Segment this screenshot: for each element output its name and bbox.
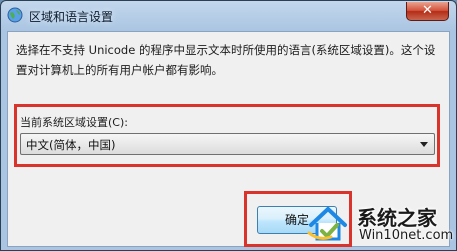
- close-icon: ✕: [422, 3, 433, 18]
- watermark-brand: 系统之家: [357, 206, 437, 230]
- current-locale-label: 当前系统区域设置(C):: [20, 116, 128, 129]
- close-button[interactable]: ✕: [406, 2, 449, 21]
- dialog-window: 区域和语言设置 ✕ 选择在不支持 Unicode 的程序中显示文本时所使用的语言…: [0, 0, 457, 251]
- watermark-url: Win10net.com: [359, 228, 454, 243]
- globe-icon: [7, 7, 23, 23]
- watermark: 系统之家 Win10net.com: [303, 201, 455, 247]
- title-bar[interactable]: 区域和语言设置 ✕: [1, 1, 456, 31]
- dropdown-arrow-icon: [420, 142, 428, 147]
- window-title: 区域和语言设置: [29, 10, 114, 24]
- house-logo-icon: [307, 206, 347, 241]
- system-locale-dropdown[interactable]: 中文(简体，中国): [20, 133, 435, 155]
- selected-locale-value: 中文(简体，中国): [26, 138, 116, 152]
- description-text: 选择在不支持 Unicode 的程序中显示文本时所使用的语言(系统区域设置)。这…: [16, 43, 436, 77]
